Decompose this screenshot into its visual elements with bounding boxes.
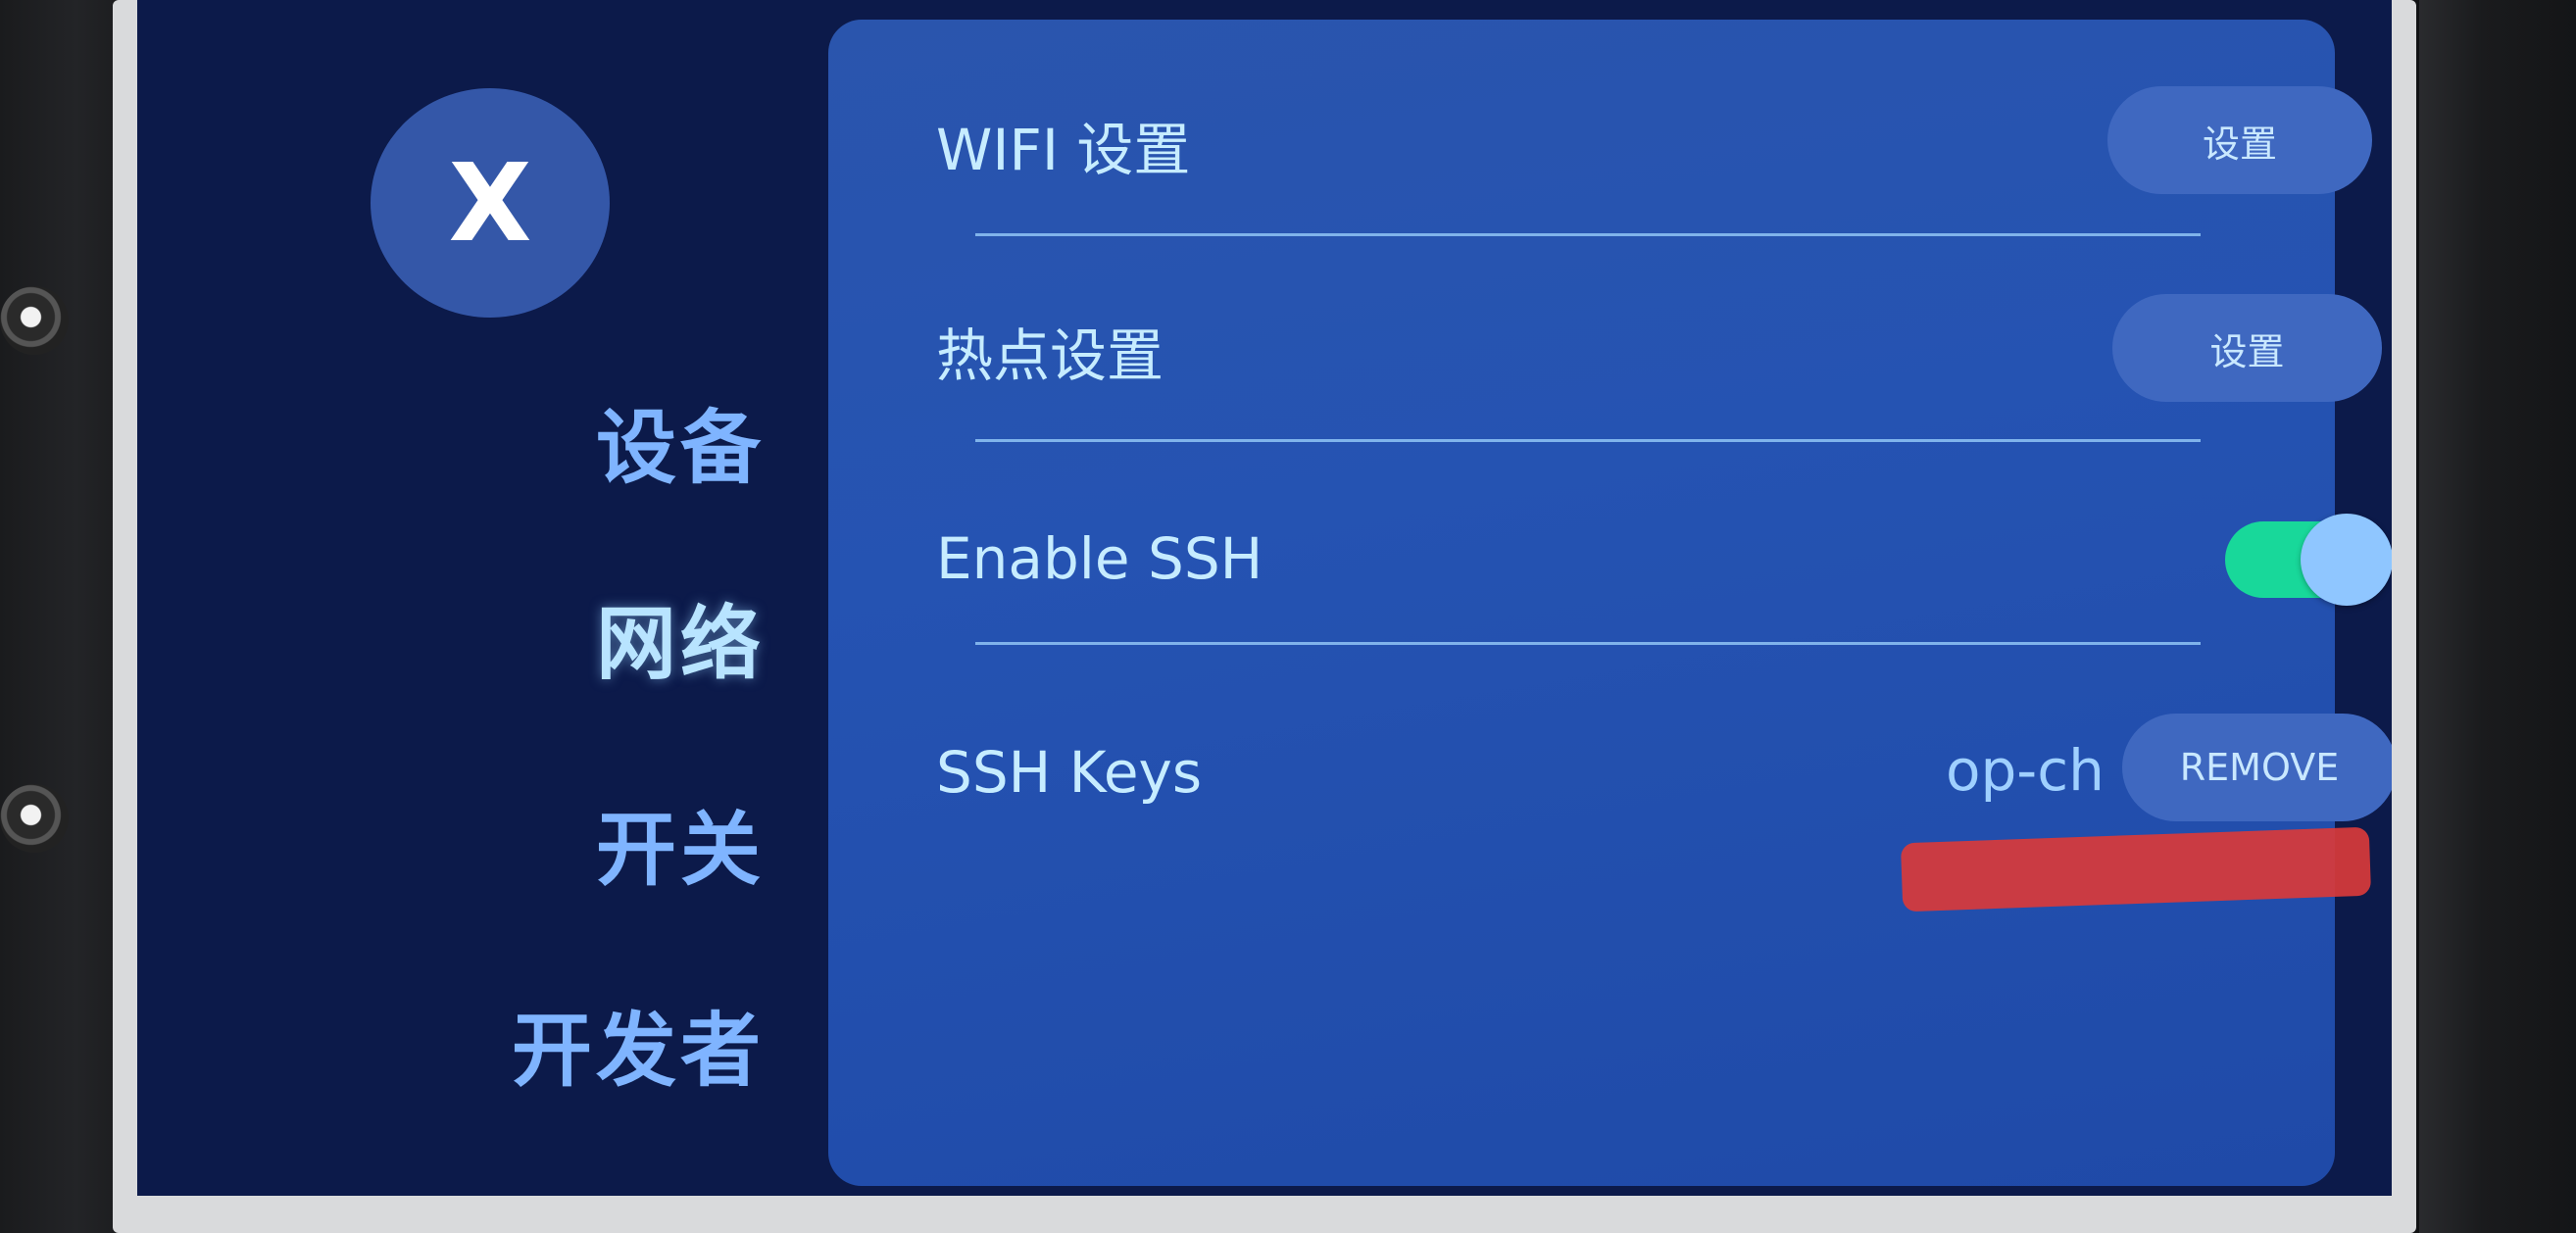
- row-divider: [975, 233, 2201, 236]
- sidebar-item-toggles[interactable]: 开关: [596, 784, 765, 901]
- row-divider: [975, 642, 2201, 645]
- device-bezel-left: [0, 0, 127, 1233]
- close-button[interactable]: X: [371, 88, 610, 318]
- wifi-settings-label: WIFI 设置: [936, 117, 1191, 183]
- ssh-keys-remove-button[interactable]: REMOVE: [2122, 714, 2392, 821]
- hotspot-settings-button[interactable]: 设置: [2112, 294, 2382, 402]
- enable-ssh-toggle[interactable]: [2225, 514, 2392, 606]
- ssh-keys-username: op-ch: [1946, 737, 2105, 804]
- toggle-knob: [2301, 514, 2392, 606]
- network-settings-panel: WIFI 设置 设置 热点设置 设置 Enable SSH SSH Keys o…: [828, 20, 2392, 1186]
- hotspot-settings-row: 热点设置 设置: [828, 272, 2382, 429]
- sidebar-item-device[interactable]: 设备: [596, 382, 765, 499]
- wifi-settings-button[interactable]: 设置: [2107, 86, 2372, 194]
- settings-sidebar: X 设备 网络 开关 开发者: [137, 0, 823, 1196]
- ssh-keys-row: SSH Keys op-ch REMOVE: [828, 694, 2392, 851]
- device-bezel-right: [2419, 0, 2576, 1233]
- ssh-keys-label: SSH Keys: [936, 739, 1203, 806]
- hotspot-settings-label: 热点设置: [936, 322, 1164, 389]
- wifi-settings-row: WIFI 设置 设置: [828, 67, 2372, 223]
- enable-ssh-label: Enable SSH: [936, 525, 1263, 592]
- close-icon: X: [448, 140, 532, 266]
- sidebar-item-network[interactable]: 网络: [596, 578, 765, 695]
- bezel-screw-icon: [0, 784, 69, 853]
- enable-ssh-row: Enable SSH: [828, 480, 2392, 637]
- sidebar-item-developer[interactable]: 开发者: [512, 985, 765, 1102]
- row-divider: [975, 439, 2201, 442]
- device-screen: X 设备 网络 开关 开发者 WIFI 设置 设置 热点设置 设置 Enable…: [137, 0, 2392, 1196]
- bezel-screw-icon: [0, 286, 69, 355]
